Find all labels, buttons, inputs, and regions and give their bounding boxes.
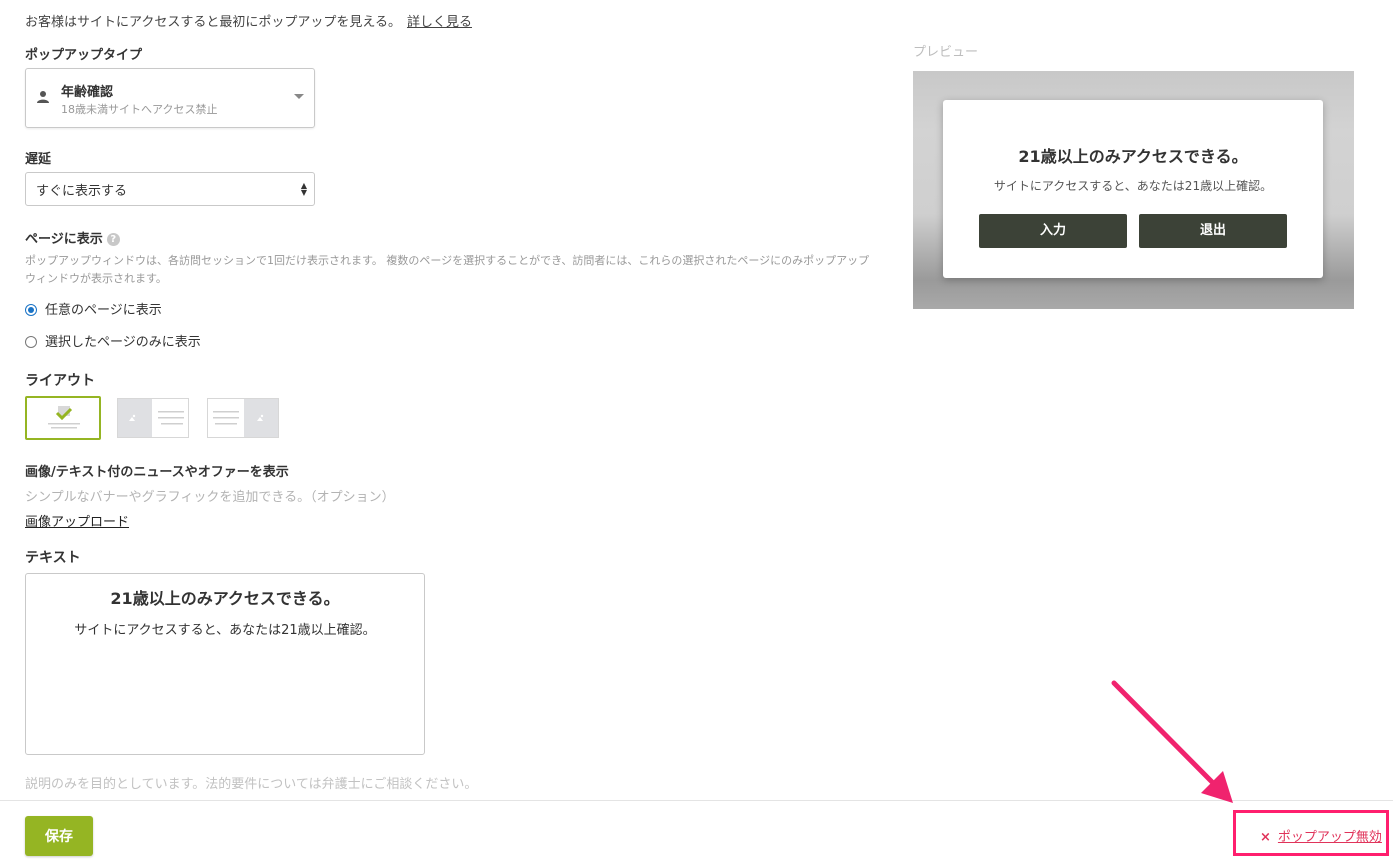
layout-option-text-only[interactable] (25, 396, 101, 440)
preview-enter-button[interactable]: 入力 (979, 214, 1127, 248)
close-icon: × (1260, 830, 1271, 845)
page-display-title: ページに表示 (25, 232, 103, 247)
preview-label: プレビュー (913, 45, 979, 60)
news-desc: シンプルなバナーやグラフィックを追加できる。（オプション） (25, 490, 395, 505)
disable-popup-label: ポップアップ無効 (1277, 830, 1382, 845)
preview-heading: 21歳以上のみアクセスできる。 (1018, 147, 1248, 166)
page-display-label: ページに表示? (25, 228, 120, 247)
layout-option-image-left[interactable] (117, 398, 189, 438)
text-editor[interactable]: 21歳以上のみアクセスできる。 サイトにアクセスすると、あなたは21歳以上確認。 (25, 573, 425, 755)
text-label: テキスト (25, 550, 81, 566)
disable-popup-link[interactable]: × ポップアップ無効 (1260, 826, 1382, 845)
chevron-down-icon (294, 94, 304, 99)
intro-message: お客様はサイトにアクセスすると最初にポップアップを見える。 (25, 15, 401, 30)
radio-button-selected[interactable] (25, 304, 37, 316)
disclaimer: 説明のみを目的としています。法的要件については弁護士にご相談ください。 (25, 777, 478, 792)
popup-type-select[interactable]: 年齢確認 18歳未満サイトへアクセス禁止 (25, 68, 315, 128)
text-heading: 21歳以上のみアクセスできる。 (110, 589, 340, 608)
popup-type-title: 年齢確認 (61, 85, 114, 100)
news-label: 画像/テキスト付のニュースやオファーを表示 (25, 465, 289, 480)
annotation-arrow-icon (1111, 680, 1233, 803)
radio-button[interactable] (25, 336, 37, 348)
popup-type-desc: 18歳未満サイトへアクセス禁止 (61, 103, 218, 116)
radio-any-page-label: 任意のページに表示 (45, 303, 162, 318)
intro-text: お客様はサイトにアクセスすると最初にポップアップを見える。 詳しく見る (25, 11, 472, 30)
delay-select[interactable]: すぐに表示する ▲ ▼ (25, 172, 315, 206)
image-right-layout-icon (213, 399, 278, 437)
text-body: サイトにアクセスすると、あなたは21歳以上確認。 (74, 623, 376, 638)
popup-type-label: ポップアップタイプ (25, 48, 143, 63)
image-left-layout-icon (118, 399, 184, 437)
updown-arrows-icon: ▲ ▼ (300, 181, 307, 197)
image-upload-link[interactable]: 画像アップロード (25, 511, 129, 530)
delay-value: すぐに表示する (36, 184, 128, 199)
page-display-desc: ポップアップウィンドウは、各訪問セッションで1回だけ表示されます。 複数のページ… (25, 254, 870, 285)
layout-option-image-right[interactable] (207, 398, 279, 438)
learn-more-link[interactable]: 詳しく見る (407, 15, 472, 30)
preview-modal: 21歳以上のみアクセスできる。 サイトにアクセスすると、あなたは21歳以上確認。… (943, 100, 1323, 278)
checkmark-layout-icon (48, 406, 80, 429)
delay-label: 遅延 (25, 152, 52, 167)
help-icon[interactable]: ? (106, 233, 120, 246)
radio-any-page[interactable]: 任意のページに表示 (25, 299, 162, 318)
preview-body: サイトにアクセスすると、あなたは21歳以上確認。 (993, 179, 1273, 193)
person-icon (37, 91, 49, 103)
radio-selected-pages[interactable]: 選択したページのみに表示 (25, 331, 201, 350)
layout-label: ライアウト (25, 373, 95, 389)
radio-selected-pages-label: 選択したページのみに表示 (45, 335, 201, 350)
preview-exit-button[interactable]: 退出 (1139, 214, 1287, 248)
save-button[interactable]: 保存 (25, 816, 93, 856)
